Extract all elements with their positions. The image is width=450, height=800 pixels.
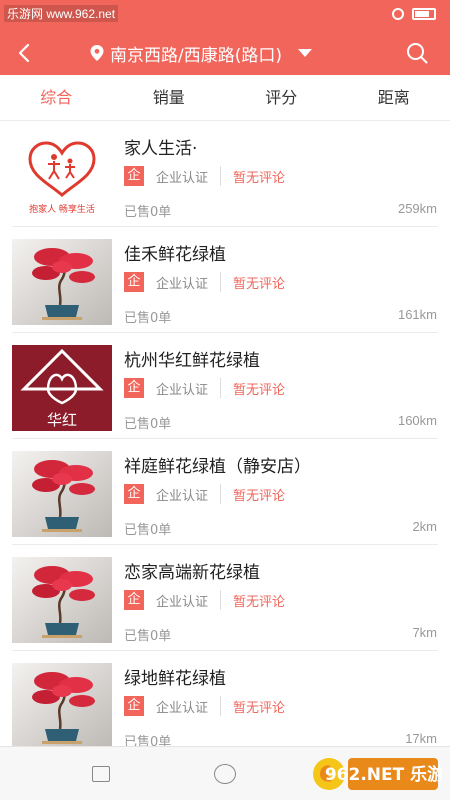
divider xyxy=(220,696,222,716)
enterprise-badge: 企 xyxy=(124,272,144,292)
system-nav-bar: 962.NET 乐游网 xyxy=(0,746,450,800)
recent-apps-icon[interactable] xyxy=(92,766,110,782)
dropdown-caret-icon xyxy=(298,49,312,57)
review-status: 暂无评论 xyxy=(233,594,286,610)
status-bar: 乐游网 www.962.net xyxy=(0,0,450,30)
sold-count: 已售0单 xyxy=(124,205,172,220)
svg-text:抱家人 畅享生活: 抱家人 畅享生活 xyxy=(29,203,95,215)
shop-thumbnail xyxy=(12,451,112,537)
tab-sales[interactable]: 销量 xyxy=(113,75,226,120)
location-pin-icon xyxy=(90,45,104,61)
back-arrow-icon xyxy=(18,43,30,63)
divider xyxy=(220,166,222,186)
shop-name: 恋家高端新花绿植 xyxy=(124,563,260,583)
review-status: 暂无评论 xyxy=(233,488,286,504)
distance: 7km xyxy=(412,625,437,640)
watermark-text: 乐游网 www.962.net xyxy=(4,5,119,22)
certification-label: 企业认证 xyxy=(156,276,209,292)
sold-count: 已售0单 xyxy=(124,629,172,644)
battery-icon xyxy=(412,8,436,20)
review-status: 暂无评论 xyxy=(233,700,286,716)
divider xyxy=(220,378,222,398)
alarm-icon xyxy=(392,8,404,20)
shop-name: 杭州华红鲜花绿植 xyxy=(124,351,260,371)
shop-name: 家人生活· xyxy=(124,139,198,159)
divider xyxy=(220,484,222,504)
enterprise-badge: 企 xyxy=(124,166,144,186)
location-text: 南京西路/西康路(路口) xyxy=(110,45,282,66)
system-icons xyxy=(392,8,436,20)
shop-list-item[interactable]: 佳禾鲜花绿植 企 企业认证 暂无评论 已售0单 161km xyxy=(0,227,450,333)
shop-list: 抱家人 畅享生活 家人生活· 企 企业认证 暂无评论 已售0单 259km 佳禾… xyxy=(0,121,450,746)
shop-name: 佳禾鲜花绿植 xyxy=(124,245,226,265)
search-button[interactable] xyxy=(402,38,432,68)
sort-tabs: 综合 销量 评分 距离 xyxy=(0,75,450,121)
shop-thumbnail xyxy=(12,239,112,325)
enterprise-badge: 企 xyxy=(124,378,144,398)
shop-name: 绿地鲜花绿植 xyxy=(124,669,226,689)
enterprise-badge: 企 xyxy=(124,696,144,716)
certification-label: 企业认证 xyxy=(156,488,209,504)
sold-count: 已售0单 xyxy=(124,523,172,538)
svg-text:962.NET 乐游网: 962.NET 乐游网 xyxy=(325,764,442,785)
shop-name: 祥庭鲜花绿植（静安店） xyxy=(124,457,311,477)
back-button[interactable] xyxy=(8,36,42,70)
shop-thumbnail: 华红 xyxy=(12,345,112,431)
tab-comprehensive[interactable]: 综合 xyxy=(0,75,113,120)
shop-list-item[interactable]: 华红 杭州华红鲜花绿植 企 企业认证 暂无评论 已售0单 160km xyxy=(0,333,450,439)
sold-count: 已售0单 xyxy=(124,417,172,432)
shop-thumbnail: 抱家人 畅享生活 xyxy=(12,133,112,219)
tab-distance[interactable]: 距离 xyxy=(338,75,450,120)
distance: 17km xyxy=(405,731,437,746)
review-status: 暂无评论 xyxy=(233,170,286,186)
distance: 160km xyxy=(397,413,437,428)
distance: 259km xyxy=(397,201,437,216)
shop-badges: 企 企业认证 暂无评论 xyxy=(124,378,285,398)
certification-label: 企业认证 xyxy=(156,382,209,398)
enterprise-badge: 企 xyxy=(124,590,144,610)
shop-thumbnail xyxy=(12,557,112,643)
certification-label: 企业认证 xyxy=(156,594,209,610)
shop-badges: 企 企业认证 暂无评论 xyxy=(124,696,285,716)
shop-list-item[interactable]: 祥庭鲜花绿植（静安店） 企 企业认证 暂无评论 已售0单 2km xyxy=(0,439,450,545)
shop-badges: 企 企业认证 暂无评论 xyxy=(124,272,285,292)
shop-badges: 企 企业认证 暂无评论 xyxy=(124,166,285,186)
search-icon xyxy=(407,43,428,64)
tab-rating[interactable]: 评分 xyxy=(225,75,338,120)
location-selector[interactable]: 南京西路/西康路(路口) xyxy=(90,36,312,70)
shop-list-item[interactable]: 恋家高端新花绿植 企 企业认证 暂无评论 已售0单 7km xyxy=(0,545,450,651)
enterprise-badge: 企 xyxy=(124,484,144,504)
divider xyxy=(220,590,222,610)
watermark-logo: 962.NET 乐游网 xyxy=(308,753,442,795)
svg-text:华红: 华红 xyxy=(47,411,77,429)
shop-badges: 企 企业认证 暂无评论 xyxy=(124,590,285,610)
distance: 161km xyxy=(397,307,437,322)
review-status: 暂无评论 xyxy=(233,382,286,398)
home-icon[interactable] xyxy=(214,764,236,784)
shop-list-item[interactable]: 绿地鲜花绿植 企 企业认证 暂无评论 已售0单 17km xyxy=(0,651,450,746)
divider xyxy=(220,272,222,292)
certification-label: 企业认证 xyxy=(156,700,209,716)
app-header: 南京西路/西康路(路口) xyxy=(0,30,450,75)
shop-badges: 企 企业认证 暂无评论 xyxy=(124,484,285,504)
sold-count: 已售0单 xyxy=(124,735,172,746)
distance: 2km xyxy=(412,519,437,534)
shop-thumbnail xyxy=(12,663,112,746)
sold-count: 已售0单 xyxy=(124,311,172,326)
review-status: 暂无评论 xyxy=(233,276,286,292)
shop-list-item[interactable]: 抱家人 畅享生活 家人生活· 企 企业认证 暂无评论 已售0单 259km xyxy=(0,121,450,227)
certification-label: 企业认证 xyxy=(156,170,209,186)
